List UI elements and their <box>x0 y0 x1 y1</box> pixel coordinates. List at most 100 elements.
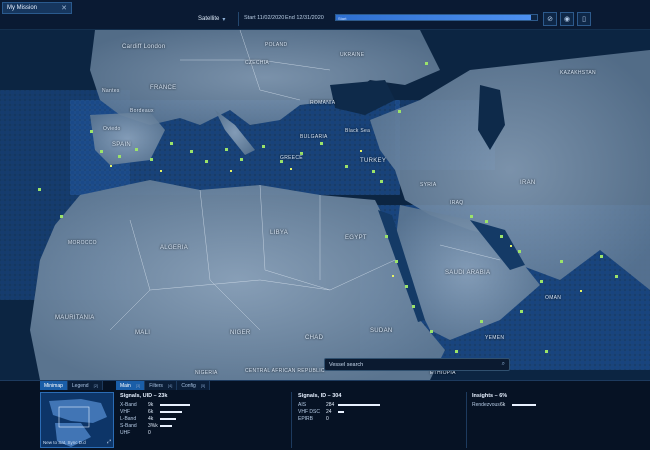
stat-bar <box>338 403 380 406</box>
tab-main[interactable]: Main [3] <box>116 381 146 390</box>
layer-select[interactable]: Satellite ▾ <box>198 13 234 25</box>
divider <box>238 12 239 26</box>
stat-label: VHF <box>120 408 130 415</box>
end-date-field[interactable]: End 12/31/2020 <box>285 15 324 21</box>
stat-bar <box>160 410 182 413</box>
map-label: Cardiff London <box>122 44 166 50</box>
tab-label: Filters <box>149 382 163 389</box>
layer-select-value: Satellite <box>198 16 220 22</box>
timeline-slider[interactable]: Start <box>335 14 538 21</box>
stat-value: 3%k <box>148 422 158 429</box>
map-label: NIGERIA <box>195 370 218 376</box>
map-label: Black Sea <box>345 128 371 134</box>
map-label: FRANCE <box>150 85 177 91</box>
bottom-panel: Minimap Legend [2] Main [3] Filters [4] … <box>0 380 650 450</box>
signals-uid-section: Signals, UID – 23k X-Band 9k VHF 6k L-Band 4k… <box>120 392 290 450</box>
end-label: End <box>285 15 295 21</box>
map-label: Bordeaux <box>130 108 154 114</box>
divider <box>466 392 467 448</box>
tab-shortcut: [3] <box>135 383 141 388</box>
chevron-down-icon: ▾ <box>222 16 226 23</box>
timeline-fill <box>336 15 531 20</box>
signals-uid-title: Signals, UID – 23k <box>120 393 168 399</box>
map-label: IRAQ <box>450 200 464 206</box>
close-icon[interactable]: ✕ <box>61 4 67 12</box>
stat-row: L-Band 4k <box>120 415 290 422</box>
map-label: SPAIN <box>112 142 132 148</box>
tab-minimap[interactable]: Minimap <box>40 381 68 390</box>
map-label: SAUDI ARABIA <box>445 270 491 276</box>
map-label: CHAD <box>305 335 324 341</box>
right-tabstrip: Main [3] Filters [4] Config [5] <box>116 381 211 390</box>
map-label: LIBYA <box>270 230 289 236</box>
top-bar: My Mission ✕ Satellite ▾ Start 11/02/202… <box>0 0 650 30</box>
tab-label: Legend <box>71 382 89 389</box>
map-label: MAURITANIA <box>55 315 95 321</box>
map-label: KAZAKHSTAN <box>560 70 596 76</box>
stat-row: VHF 6k <box>120 408 290 415</box>
tab-label: Main <box>120 382 131 389</box>
stat-bar <box>160 424 172 427</box>
minimap-caption: New to Sat, Sync D.d <box>43 440 86 445</box>
search-icon[interactable]: ⌕ <box>502 361 505 368</box>
map-label: POLAND <box>265 42 288 48</box>
tab-label: Config <box>181 382 196 389</box>
expand-icon[interactable]: ⤢ <box>107 439 111 445</box>
tab-shortcut: [4] <box>167 383 173 388</box>
bookmark-icon[interactable]: ▯ <box>577 12 591 26</box>
map-label: Nantes <box>102 88 120 94</box>
divider <box>291 392 292 448</box>
vessel-search-input[interactable]: Vessel search ⌕ <box>324 358 510 371</box>
map-label: IRAN <box>520 180 536 186</box>
signals-id-section: Signals, ID – 304 AIS 284 VHF DSC 24 EPIRB 0 <box>298 392 468 450</box>
mission-tab-label: My Mission <box>7 5 38 11</box>
vessel-search-placeholder: Vessel search <box>329 361 364 368</box>
stat-value: 9k <box>148 401 154 408</box>
stat-bar <box>512 403 536 406</box>
link-icon[interactable]: ⊘ <box>543 12 557 26</box>
stat-value: 6k <box>500 401 506 408</box>
map-label: CENTRAL AFRICAN REPUBLIC <box>245 368 325 374</box>
minimap[interactable]: New to Sat, Sync D.d ⤢ <box>40 392 114 448</box>
map-canvas <box>0 30 650 380</box>
signals-id-title: Signals, ID – 304 <box>298 393 342 399</box>
map-label: SUDAN <box>370 328 393 334</box>
stat-value: 284 <box>326 401 335 408</box>
mission-tab[interactable]: My Mission ✕ <box>2 2 72 14</box>
stat-row: VHF DSC 24 <box>298 408 468 415</box>
tab-legend[interactable]: Legend [2] <box>67 381 104 390</box>
start-date-field[interactable]: Start 11/02/2020 <box>244 15 284 21</box>
insights-section: Insights – 6% Rendezvous 6k <box>472 392 642 450</box>
stat-row: UHF 0 <box>120 429 290 436</box>
stat-bar <box>338 410 344 413</box>
stat-label: EPIRB <box>298 415 314 422</box>
map-label: EGYPT <box>345 235 367 241</box>
stat-row: X-Band 9k <box>120 401 290 408</box>
tab-shortcut: [2] <box>93 383 99 388</box>
map-label: ROMANIA <box>310 100 336 106</box>
stat-label: Rendezvous <box>472 401 500 408</box>
stat-label: UHF <box>120 429 131 436</box>
stat-value: 0 <box>148 429 151 436</box>
tab-filters[interactable]: Filters [4] <box>145 381 178 390</box>
tab-config[interactable]: Config [5] <box>177 381 211 390</box>
map-label: TURKEY <box>360 158 387 164</box>
eye-icon[interactable]: ◉ <box>560 12 574 26</box>
insights-title: Insights – 6% <box>472 393 508 399</box>
map-label: MOROCCO <box>68 240 97 246</box>
map-label: ALGERIA <box>160 245 189 251</box>
map-label: BULGARIA <box>300 134 328 140</box>
map-label: GREECE <box>280 155 303 161</box>
tab-label: Minimap <box>44 382 63 389</box>
stat-label: AIS <box>298 401 307 408</box>
timeline-marker: Start <box>338 16 347 21</box>
stat-bar <box>160 403 190 406</box>
stat-value: 0 <box>326 415 329 422</box>
map-view[interactable]: Cardiff London FRANCE CZECHIA POLAND UKR… <box>0 30 650 380</box>
left-tabstrip: Minimap Legend [2] <box>40 381 104 390</box>
stat-row: S-Band 3%k <box>120 422 290 429</box>
map-label: NIGER <box>230 330 251 336</box>
map-label: YEMEN <box>485 335 505 341</box>
stat-row: Rendezvous 6k <box>472 401 642 408</box>
stat-value: 4k <box>148 415 154 422</box>
